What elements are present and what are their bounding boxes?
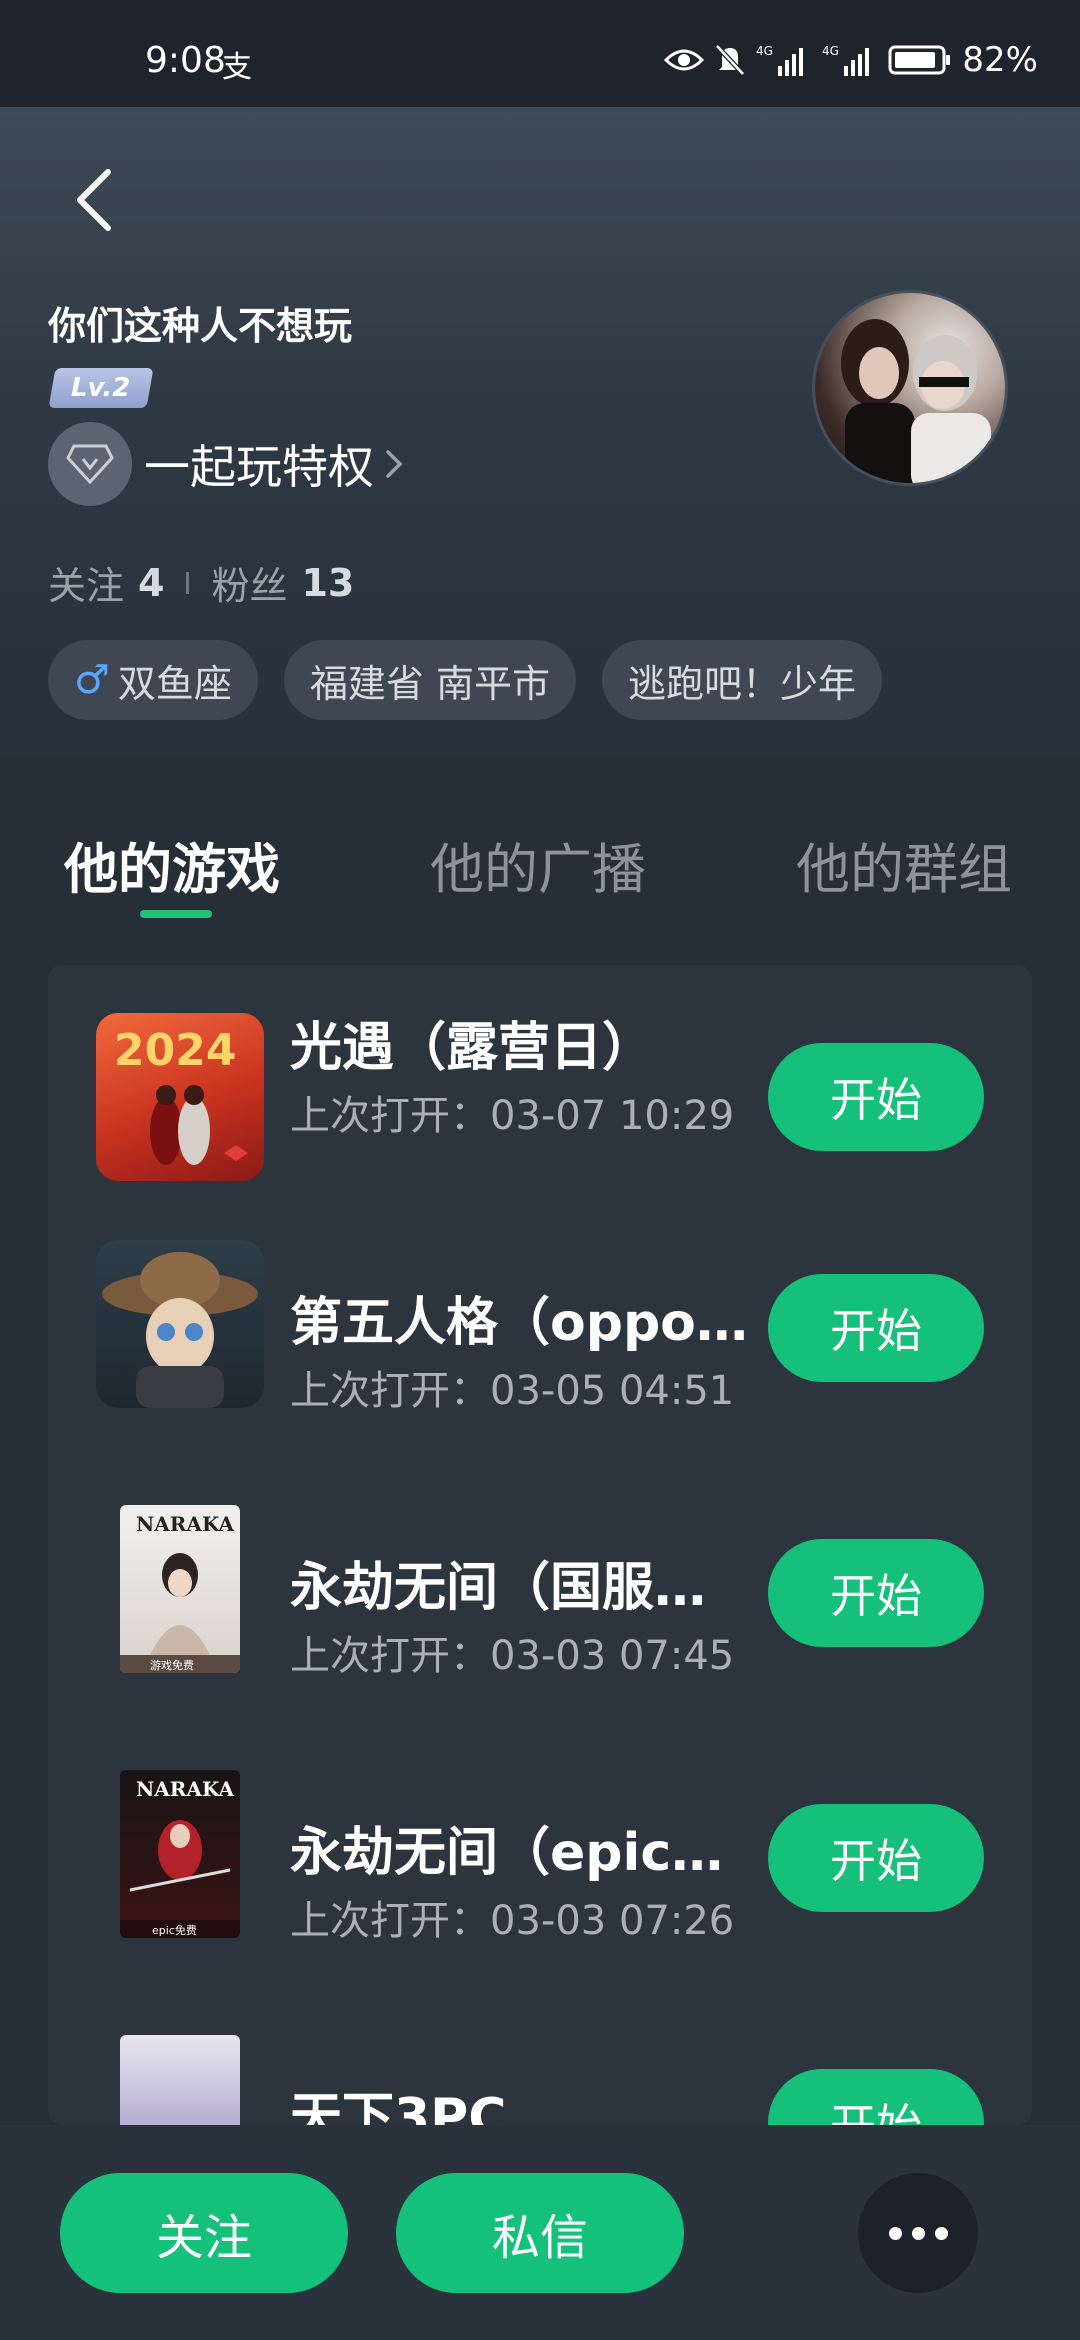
svg-text:epic免费: epic免费 <box>152 1923 197 1937</box>
tab-bar: 他的游戏 他的广播 他的群组 <box>0 815 1080 925</box>
privilege-label: 一起玩特权 <box>144 440 374 494</box>
game-row[interactable]: 第五人格（oppo服） 上次打开：03-05 04:51 开始 <box>48 1230 1032 1430</box>
diamond-icon <box>48 422 132 506</box>
battery-icon <box>888 45 951 75</box>
tab-broadcasts[interactable]: 他的广播 <box>430 825 646 904</box>
signal-icon: 4G <box>756 44 804 76</box>
avatar[interactable] <box>812 290 1008 486</box>
username: 你们这种人不想玩 <box>48 304 353 348</box>
start-button[interactable]: 开始 <box>768 1043 984 1151</box>
bell-off-icon <box>715 44 746 76</box>
game-row[interactable]: 天下3PC 开始 <box>48 2025 1032 2125</box>
stats-divider <box>186 571 190 594</box>
tag-game-label: 逃跑吧！少年 <box>627 661 856 706</box>
more-dot-icon <box>934 2226 948 2240</box>
start-button[interactable]: 开始 <box>768 2069 984 2125</box>
tab-groups[interactable]: 他的群组 <box>796 825 1012 904</box>
game-row[interactable]: NARAKA 游戏免费 永劫无间（国服版） 上次打开：03-03 07:45 开… <box>48 1495 1032 1695</box>
follow-count[interactable]: 4 <box>138 561 164 605</box>
tag-zodiac: ♂ 双鱼座 <box>48 640 258 720</box>
svg-text:游戏免费: 游戏免费 <box>150 1658 194 1672</box>
fans-label[interactable]: 粉丝 <box>211 555 287 610</box>
game-title: 永劫无间（epic版） <box>290 1823 750 1883</box>
game-row[interactable]: NARAKA epic免费 永劫无间（epic版） 上次打开：03-03 07:… <box>48 1760 1032 1960</box>
status-time: 9:08 <box>145 40 226 81</box>
game-last-opened: 上次打开：03-07 10:29 <box>290 1093 735 1139</box>
tag-zodiac-label: 双鱼座 <box>117 661 232 706</box>
start-button[interactable]: 开始 <box>768 1539 984 1647</box>
more-dot-icon <box>888 2226 902 2240</box>
more-button[interactable] <box>858 2173 978 2293</box>
male-icon: ♂ <box>74 657 110 703</box>
game-row[interactable]: 2024 光遇（露营日） 上次打开：03-07 10:29 开始 <box>48 965 1032 1181</box>
game-title: 永劫无间（国服版） <box>290 1558 750 1618</box>
tab-games[interactable]: 他的游戏 <box>64 825 280 904</box>
bottom-action-bar: 关注 私信 <box>0 2125 1080 2340</box>
follow-stats: 关注 4 粉丝 13 <box>48 555 354 610</box>
game-title: 天下3PC <box>290 2088 507 2125</box>
alipay-icon: 支 <box>222 50 252 85</box>
game-last-opened: 上次打开：03-03 07:45 <box>290 1633 735 1679</box>
sky-2024-icon: 2024 <box>96 1013 264 1181</box>
svg-text:2024: 2024 <box>114 1025 236 1076</box>
chevron-right-icon <box>386 450 403 478</box>
fans-count[interactable]: 13 <box>301 561 354 605</box>
game-last-opened: 上次打开：03-05 04:51 <box>290 1368 735 1414</box>
message-button[interactable]: 私信 <box>396 2173 684 2293</box>
game-last-opened: 上次打开：03-03 07:26 <box>290 1898 735 1944</box>
start-button[interactable]: 开始 <box>768 1804 984 1912</box>
svg-text:NARAKA: NARAKA <box>136 1777 235 1801</box>
signal-icon-2: 4G <box>822 44 870 76</box>
naraka-icon: NARAKA 游戏免费 <box>120 1505 240 1673</box>
active-tab-indicator <box>140 910 212 918</box>
eye-icon <box>664 49 705 71</box>
identity-v-icon <box>96 1240 264 1408</box>
tag-location-label: 福建省 南平市 <box>309 661 550 706</box>
back-button[interactable] <box>60 160 130 240</box>
tianxia3-icon <box>120 2035 240 2125</box>
follow-button[interactable]: 关注 <box>60 2173 348 2293</box>
games-list: 2024 光遇（露营日） 上次打开：03-07 10:29 开始 第五人格（op… <box>48 965 1032 2125</box>
svg-text:4G: 4G <box>756 44 773 58</box>
level-badge: Lv.2 <box>48 368 154 408</box>
naraka-epic-icon: NARAKA epic免费 <box>120 1770 240 1938</box>
level-label: Lv.2 <box>71 373 131 403</box>
svg-text:NARAKA: NARAKA <box>136 1512 235 1536</box>
status-bar: 9:08 支 4G 4G 82% <box>0 0 1080 107</box>
game-title: 第五人格（oppo服） <box>290 1293 750 1353</box>
svg-text:4G: 4G <box>822 44 839 58</box>
battery-percent: 82% <box>962 40 1038 80</box>
tag-game: 逃跑吧！少年 <box>601 640 882 720</box>
more-dot-icon <box>911 2226 925 2240</box>
profile-tags: ♂ 双鱼座 福建省 南平市 逃跑吧！少年 <box>48 640 882 720</box>
status-icons: 4G 4G 82% <box>664 40 1038 80</box>
privilege-link[interactable]: 一起玩特权 <box>48 422 406 506</box>
tag-location: 福建省 南平市 <box>283 640 576 720</box>
follow-label[interactable]: 关注 <box>48 555 124 610</box>
game-title: 光遇（露营日） <box>290 1018 655 1078</box>
start-button[interactable]: 开始 <box>768 1274 984 1382</box>
